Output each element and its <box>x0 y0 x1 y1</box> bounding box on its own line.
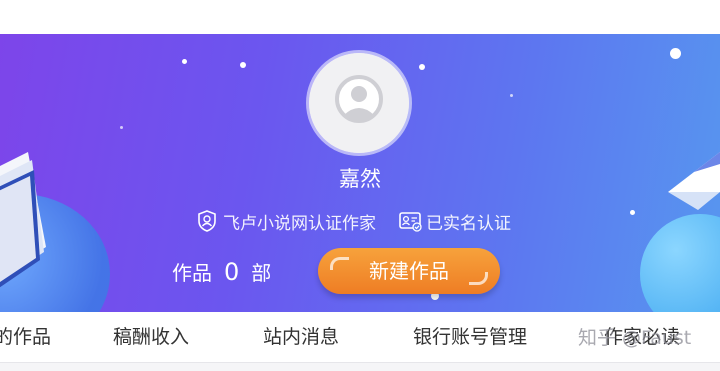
book-illustration <box>0 152 46 288</box>
paper-plane-illustration <box>668 152 720 210</box>
button-shine-decoration <box>469 272 488 285</box>
avatar[interactable] <box>309 53 409 153</box>
tab-site-messages[interactable]: 站内消息 <box>263 312 339 362</box>
tab-bank-account[interactable]: 银行账号管理 <box>413 312 527 362</box>
star-decoration <box>240 62 246 68</box>
writer-certification: 飞卢小说网认证作家 <box>195 209 376 234</box>
writer-certification-label: 飞卢小说网认证作家 <box>223 213 376 234</box>
bottom-spacer <box>0 363 720 371</box>
star-decoration <box>510 94 513 97</box>
star-decoration <box>670 48 681 59</box>
watermark: 知乎 @Faust <box>578 327 692 349</box>
realname-certification: 已实名认证 <box>398 209 511 234</box>
works-count-number: 0 <box>224 258 240 286</box>
star-decoration <box>182 59 187 64</box>
tab-royalty-income[interactable]: 稿酬收入 <box>113 312 189 362</box>
shield-user-icon <box>198 210 216 232</box>
star-decoration <box>120 126 123 129</box>
star-decoration <box>419 64 425 70</box>
certification-row: 飞卢小说网认证作家 已实名认证 <box>195 207 533 235</box>
new-work-button-label: 新建作品 <box>369 259 449 283</box>
id-card-verified-icon <box>399 212 422 232</box>
realname-certification-label: 已实名认证 <box>426 213 511 234</box>
top-spacer <box>0 0 720 34</box>
button-shine-decoration <box>330 257 349 270</box>
planet-decoration <box>640 214 720 312</box>
author-dashboard: 嘉然 飞卢小说网认证作家 已实名认证 作品 0 部 新建作品 的作品 稿酬收入 … <box>0 0 720 371</box>
works-count: 作品 0 部 <box>172 257 271 289</box>
star-decoration <box>630 210 635 215</box>
works-count-suffix: 部 <box>251 261 272 285</box>
tab-my-works[interactable]: 的作品 <box>0 312 51 362</box>
username: 嘉然 <box>339 167 381 191</box>
works-count-prefix: 作品 <box>172 261 212 285</box>
new-work-button[interactable]: 新建作品 <box>318 248 500 294</box>
default-user-icon <box>309 53 409 153</box>
